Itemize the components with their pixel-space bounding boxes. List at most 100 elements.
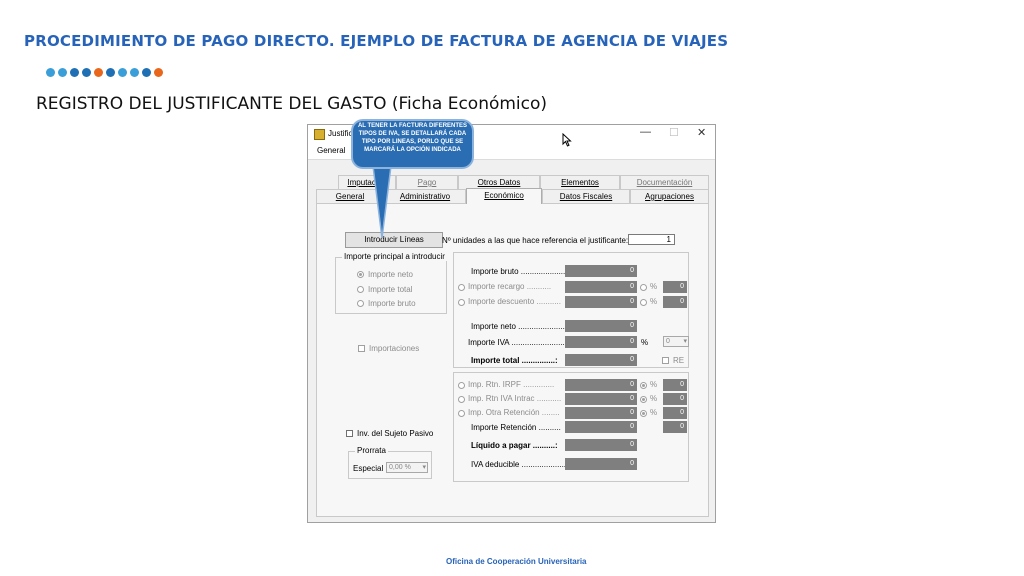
mouse-cursor-icon bbox=[562, 133, 572, 147]
radio-recargo-pct[interactable] bbox=[640, 284, 647, 291]
imp-rtn-iva-intrac-label: Imp. Rtn IVA Intrac ........... bbox=[468, 394, 562, 403]
menu-item-general[interactable]: General bbox=[317, 146, 345, 155]
irpf-pct-field[interactable]: 0 bbox=[663, 379, 687, 391]
iva-deducible-field[interactable]: 0 bbox=[565, 458, 637, 470]
radio-otra-retencion-pct[interactable] bbox=[640, 410, 647, 417]
imp-rtn-irpf-field[interactable]: 0 bbox=[565, 379, 637, 391]
tab-elementos[interactable]: Elementos bbox=[540, 175, 620, 189]
importe-recargo-label: Importe recargo ........... bbox=[468, 282, 552, 291]
radio-irpf-pct[interactable] bbox=[640, 382, 647, 389]
tab-label: General bbox=[335, 192, 365, 201]
dot bbox=[142, 68, 151, 77]
tab-datos-fiscales[interactable]: Datos Fiscales bbox=[542, 189, 630, 203]
importaciones-label: Importaciones bbox=[369, 344, 420, 353]
dot bbox=[118, 68, 127, 77]
slide-title: PROCEDIMIENTO DE PAGO DIRECTO. EJEMPLO D… bbox=[24, 32, 729, 50]
radio-label: Importe bruto bbox=[368, 299, 416, 308]
tab-administrativo[interactable]: Administrativo bbox=[384, 189, 466, 203]
tab-agrupaciones[interactable]: Agrupaciones bbox=[630, 189, 709, 203]
dot bbox=[70, 68, 79, 77]
recargo-pct-field[interactable]: 0 bbox=[663, 281, 687, 293]
importe-descuento-field[interactable]: 0 bbox=[565, 296, 637, 308]
radio-importe-total[interactable] bbox=[357, 286, 364, 293]
maximize-button[interactable]: ☐ bbox=[669, 126, 679, 139]
economico-panel: Introducir Líneas Nº unidades a las que … bbox=[316, 203, 709, 517]
pct-symbol: % bbox=[650, 408, 658, 417]
slide-subtitle: REGISTRO DEL JUSTIFICANTE DEL GASTO (Fic… bbox=[36, 94, 548, 114]
radio-imp-rtn-iva-intrac[interactable] bbox=[458, 396, 465, 403]
radio-label: Importe neto bbox=[368, 270, 413, 279]
iva-deducible-label: IVA deducible .................... bbox=[471, 460, 567, 469]
importe-iva-label: Importe IVA ........................ bbox=[468, 338, 565, 347]
re-label: RE bbox=[673, 356, 685, 365]
pct-symbol: % bbox=[650, 282, 658, 291]
tab-pago[interactable]: Pago bbox=[396, 175, 458, 189]
importe-principal-group: Importe principal a introducir Importe n… bbox=[335, 252, 447, 314]
radio-descuento-pct[interactable] bbox=[640, 299, 647, 306]
close-button[interactable]: ✕ bbox=[697, 126, 706, 139]
app-icon bbox=[314, 129, 325, 140]
dot bbox=[94, 68, 103, 77]
dot bbox=[82, 68, 91, 77]
especial-combo[interactable]: 0,00 % ▾ bbox=[386, 462, 428, 473]
radio-importe-descuento[interactable] bbox=[458, 299, 465, 306]
tab-documentacion[interactable]: Documentación bbox=[620, 175, 709, 189]
importe-neto-field[interactable]: 0 bbox=[565, 320, 637, 332]
importe-total-field[interactable]: 0 bbox=[565, 354, 637, 366]
radio-imp-rtn-irpf[interactable] bbox=[458, 382, 465, 389]
inv-sujeto-pasivo-checkbox[interactable] bbox=[346, 430, 353, 437]
importe-descuento-label: Importe descuento ........... bbox=[468, 297, 561, 306]
dot bbox=[106, 68, 115, 77]
importe-principal-title: Importe principal a introducir bbox=[342, 252, 447, 261]
minimize-button[interactable]: — bbox=[640, 126, 651, 138]
pct-symbol: % bbox=[650, 380, 658, 389]
tab-label: Otros Datos bbox=[477, 178, 521, 187]
importe-iva-field[interactable]: 0 bbox=[565, 336, 637, 348]
imp-otra-retencion-field[interactable]: 0 bbox=[565, 407, 637, 419]
tab-label: Datos Fiscales bbox=[559, 192, 613, 201]
liquido-pagar-label: Líquido a pagar ..........: bbox=[471, 441, 558, 450]
imp-rtn-iva-intrac-field[interactable]: 0 bbox=[565, 393, 637, 405]
tab-label: Administrativo bbox=[399, 192, 451, 201]
prorrata-group: Prorrata Especial 0,00 % ▾ bbox=[348, 446, 432, 479]
pct-symbol: % bbox=[641, 338, 649, 347]
descuento-pct-field[interactable]: 0 bbox=[663, 296, 687, 308]
importe-bruto-field[interactable]: 0 bbox=[565, 265, 637, 277]
importe-retencion-label: Importe Retención .......... bbox=[471, 423, 561, 432]
tab-label: Pago bbox=[417, 178, 437, 187]
pct-symbol: % bbox=[650, 394, 658, 403]
introducir-lineas-button[interactable]: Introducir Líneas bbox=[345, 232, 443, 248]
tab-label: Elementos bbox=[561, 178, 599, 187]
tab-economico[interactable]: Económico bbox=[466, 188, 542, 204]
chevron-down-icon: ▾ bbox=[683, 338, 687, 345]
dot bbox=[154, 68, 163, 77]
tab-label: Económico bbox=[484, 191, 524, 200]
radio-iva-intrac-pct[interactable] bbox=[640, 396, 647, 403]
tab-otros-datos[interactable]: Otros Datos bbox=[458, 175, 540, 189]
importe-retencion-field-2[interactable]: 0 bbox=[663, 421, 687, 433]
radio-importe-recargo[interactable] bbox=[458, 284, 465, 291]
pct-symbol: % bbox=[650, 297, 658, 306]
imp-rtn-irpf-label: Imp. Rtn. IRPF .............. bbox=[468, 380, 555, 389]
iva-intrac-pct-field[interactable]: 0 bbox=[663, 393, 687, 405]
otra-retencion-pct-field[interactable]: 0 bbox=[663, 407, 687, 419]
dot bbox=[46, 68, 55, 77]
imp-otra-retencion-label: Imp. Otra Retención ........ bbox=[468, 408, 560, 417]
re-checkbox[interactable] bbox=[662, 357, 669, 364]
inv-sujeto-pasivo-label: Inv. del Sujeto Pasivo bbox=[357, 429, 434, 438]
importaciones-checkbox[interactable] bbox=[358, 345, 365, 352]
liquido-pagar-field[interactable]: 0 bbox=[565, 439, 637, 451]
importe-recargo-field[interactable]: 0 bbox=[565, 281, 637, 293]
radio-importe-neto[interactable] bbox=[357, 271, 364, 278]
radio-importe-bruto[interactable] bbox=[357, 300, 364, 307]
importe-total-label: Importe total ...............: bbox=[471, 356, 558, 365]
importe-retencion-field[interactable]: 0 bbox=[565, 421, 637, 433]
justificante-window: Justificante — ☐ ✕ General Imputación Pa… bbox=[307, 124, 716, 523]
unidades-input[interactable]: 1 bbox=[628, 234, 675, 245]
radio-imp-otra-retencion[interactable] bbox=[458, 410, 465, 417]
iva-combo[interactable]: 0 ▾ bbox=[663, 336, 689, 347]
tab-label: Documentación bbox=[636, 178, 693, 187]
iva-combo-value: 0 bbox=[666, 338, 670, 345]
tab-label: Agrupaciones bbox=[645, 192, 694, 201]
unidades-label: Nº unidades a las que hace referencia el… bbox=[442, 236, 629, 245]
